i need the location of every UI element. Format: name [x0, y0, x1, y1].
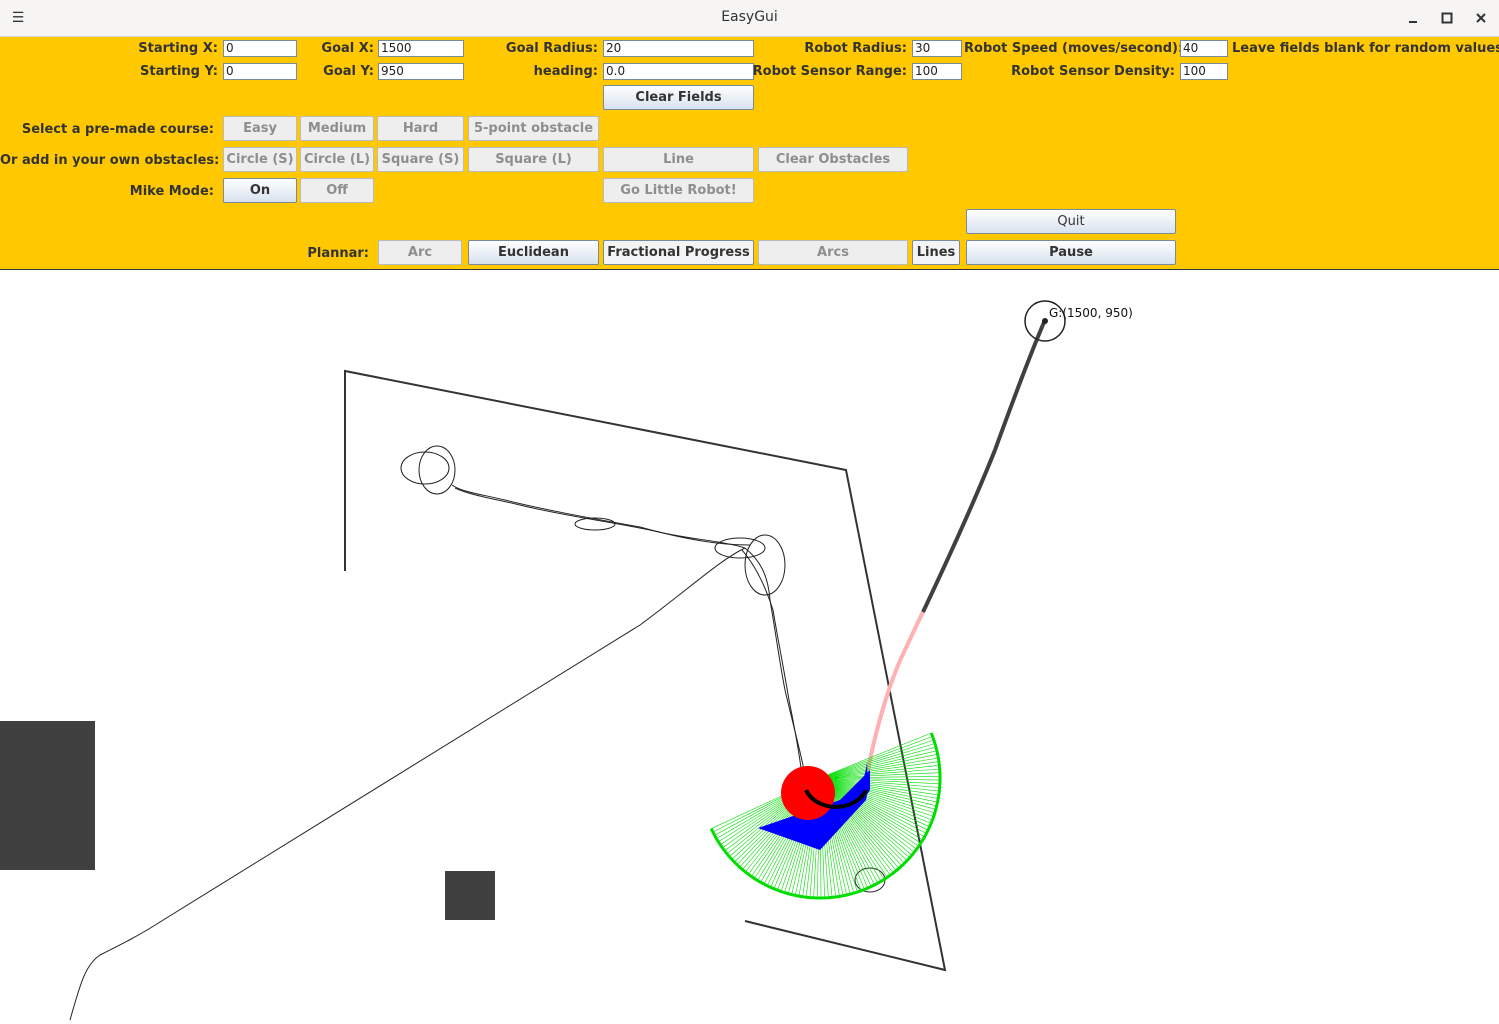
clear-fields-button[interactable]: Clear Fields — [603, 85, 754, 110]
robot-trail-vertical-2 — [741, 549, 802, 769]
mike-mode-label: Mike Mode: — [129, 184, 214, 199]
trail-loop-1 — [400, 451, 450, 485]
planner-arc-button[interactable]: Arc — [378, 240, 462, 265]
goal-label: G:(1500, 950) — [1049, 306, 1133, 320]
close-icon[interactable] — [1471, 8, 1491, 28]
starting-y-label: Starting Y: — [140, 64, 218, 79]
window-title: EasyGui — [721, 9, 778, 25]
planner-label: Plannar: — [307, 246, 369, 261]
hard-course-button[interactable]: Hard — [377, 116, 464, 141]
course-label: Select a pre-made course: — [21, 122, 214, 137]
planner-fractional-progress-button[interactable]: Fractional Progress — [603, 240, 754, 265]
robot-sensor-range-field[interactable] — [912, 63, 962, 80]
robot-speed-label: Robot Speed (moves/second): — [964, 41, 1184, 56]
five-point-obstacle-button[interactable]: 5-point obstacle — [468, 116, 599, 141]
goal-x-label: Goal X: — [321, 41, 374, 56]
goal-center — [1042, 318, 1048, 324]
goal-y-field[interactable] — [378, 63, 464, 80]
simulation-drawing: G:(1500, 950) — [0, 300, 1133, 1021]
sensor-ray — [819, 743, 935, 779]
robot-trail-vertical — [744, 547, 805, 771]
simulation-canvas[interactable]: G:(1500, 950) — [0, 270, 1499, 1021]
quit-button[interactable]: Quit — [966, 209, 1176, 234]
square-l-button[interactable]: Square (L) — [468, 147, 599, 172]
starting-x-field[interactable] — [223, 40, 297, 57]
window-titlebar: ☰ EasyGui — [0, 0, 1499, 37]
planner-lines-button[interactable]: Lines — [912, 240, 960, 265]
robot-sensor-density-field[interactable] — [1180, 63, 1228, 80]
mike-mode-on-button[interactable]: On — [223, 178, 297, 203]
starting-x-label: Starting X: — [138, 41, 218, 56]
maximize-icon[interactable] — [1437, 8, 1457, 28]
robot-trail-upper-2 — [451, 484, 751, 546]
minimize-icon[interactable] — [1403, 8, 1423, 28]
trail-loop-4 — [714, 537, 766, 559]
line-button[interactable]: Line — [603, 147, 754, 172]
go-little-robot-button[interactable]: Go Little Robot! — [603, 178, 754, 203]
heading-label: heading: — [533, 64, 598, 79]
sensor-ray — [819, 757, 939, 779]
goal-y-label: Goal Y: — [323, 64, 374, 79]
robot-sensor-range-label: Robot Sensor Range: — [752, 64, 907, 79]
trail-loop-3 — [744, 534, 786, 596]
trail-loop-2 — [418, 445, 456, 495]
mike-mode-off-button[interactable]: Off — [300, 178, 374, 203]
medium-course-button[interactable]: Medium — [300, 116, 374, 141]
pause-button[interactable]: Pause — [966, 240, 1176, 265]
circle-s-button[interactable]: Circle (S) — [223, 147, 297, 172]
goal-x-field[interactable] — [378, 40, 464, 57]
circle-l-button[interactable]: Circle (L) — [300, 147, 374, 172]
control-panel: Starting X: Goal X: Goal Radius: Robot R… — [0, 37, 1499, 270]
obstacles-label: Or add in your own obstacles: — [0, 153, 220, 168]
starting-y-field[interactable] — [223, 63, 297, 80]
robot-radius-label: Robot Radius: — [804, 41, 907, 56]
planner-arcs-button[interactable]: Arcs — [758, 240, 908, 265]
robot-speed-field[interactable] — [1180, 40, 1228, 57]
sensor-ray — [819, 754, 938, 779]
planner-euclidean-button[interactable]: Euclidean — [468, 240, 599, 265]
heading-field[interactable] — [603, 63, 754, 80]
large-square-obstacle — [0, 721, 95, 870]
robot-sensor-density-label: Robot Sensor Density: — [1011, 64, 1175, 79]
goal-radius-label: Goal Radius: — [505, 41, 598, 56]
goal-radius-field[interactable] — [603, 40, 754, 57]
small-square-obstacle — [445, 871, 495, 920]
robot-radius-field[interactable] — [912, 40, 962, 57]
square-s-button[interactable]: Square (S) — [377, 147, 464, 172]
planned-path-far — [921, 319, 1047, 613]
sensor-ray — [819, 739, 934, 779]
random-values-hint: Leave fields blank for random values! — [1232, 41, 1499, 56]
easy-course-button[interactable]: Easy — [223, 116, 297, 141]
robot-trail-lower — [69, 547, 746, 1021]
clear-obstacles-button[interactable]: Clear Obstacles — [758, 147, 908, 172]
